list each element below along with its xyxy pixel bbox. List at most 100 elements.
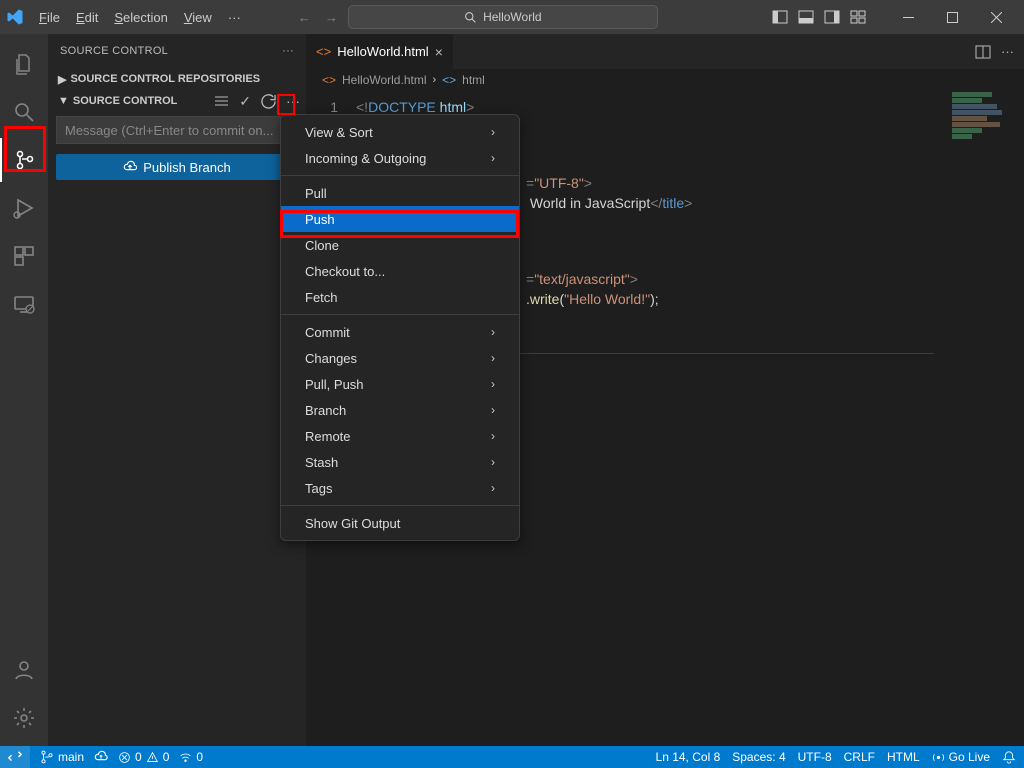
split-editor-icon[interactable] xyxy=(975,44,991,60)
explorer-icon[interactable] xyxy=(0,42,48,86)
run-debug-icon[interactable] xyxy=(0,186,48,230)
ctx-clone[interactable]: Clone xyxy=(281,232,519,258)
repositories-section[interactable]: ▶ SOURCE CONTROL REPOSITORIES xyxy=(48,68,306,90)
extensions-icon[interactable] xyxy=(0,234,48,278)
ctx-checkout[interactable]: Checkout to... xyxy=(281,258,519,284)
eol[interactable]: CRLF xyxy=(844,750,875,764)
menu-overflow[interactable]: ··· xyxy=(221,6,248,29)
ctx-tags[interactable]: Tags› xyxy=(281,475,519,501)
git-branch-icon xyxy=(40,750,54,764)
broadcast-icon xyxy=(932,751,945,764)
chevron-right-icon: › xyxy=(491,429,495,443)
chevron-right-icon: › xyxy=(491,151,495,165)
go-live[interactable]: Go Live xyxy=(932,750,990,764)
nav-back-icon[interactable]: ← xyxy=(298,10,311,25)
ctx-changes[interactable]: Changes› xyxy=(281,345,519,371)
line-number: 1 xyxy=(306,99,356,115)
search-activity-icon[interactable] xyxy=(0,90,48,134)
vscode-logo-icon xyxy=(6,8,24,26)
cursor-position[interactable]: Ln 14, Col 8 xyxy=(656,750,721,764)
sidebar-title-label: SOURCE CONTROL xyxy=(60,45,168,57)
chevron-down-icon: ▼ xyxy=(58,95,69,107)
remote-explorer-icon[interactable] xyxy=(0,282,48,326)
warning-count: 0 xyxy=(163,750,170,764)
ctx-branch[interactable]: Branch› xyxy=(281,397,519,423)
language-mode[interactable]: HTML xyxy=(887,750,920,764)
source-control-icon[interactable] xyxy=(0,138,48,182)
ctx-remote[interactable]: Remote› xyxy=(281,423,519,449)
radio-icon xyxy=(179,751,192,764)
breadcrumbs[interactable]: <> HelloWorld.html › <> html xyxy=(306,69,1024,91)
chevron-right-icon: › xyxy=(432,74,436,86)
command-center[interactable]: HelloWorld xyxy=(348,5,658,29)
cloud-upload-icon xyxy=(123,160,137,174)
commit-all-icon[interactable]: ✓ xyxy=(239,93,251,110)
menu-separator xyxy=(281,175,519,176)
toggle-sidebar-icon[interactable] xyxy=(772,9,788,25)
breadcrumb-file[interactable]: HelloWorld.html xyxy=(342,73,426,87)
menu-selection[interactable]: Selection xyxy=(107,6,174,29)
minimize-button[interactable] xyxy=(886,0,930,34)
source-control-section[interactable]: ▼ SOURCE CONTROL ✓ ··· xyxy=(48,90,306,112)
maximize-button[interactable] xyxy=(930,0,974,34)
tab-close-icon[interactable]: × xyxy=(435,44,443,60)
tab-helloworld[interactable]: <> HelloWorld.html × xyxy=(306,34,453,69)
ctx-show-git-output[interactable]: Show Git Output xyxy=(281,510,519,536)
source-control-label: SOURCE CONTROL xyxy=(73,95,178,107)
search-icon xyxy=(464,11,477,24)
ctx-pull[interactable]: Pull xyxy=(281,180,519,206)
cloud-icon xyxy=(94,750,108,764)
title-bar: File Edit Selection View ··· ← → HelloWo… xyxy=(0,0,1024,34)
ports-indicator[interactable]: 0 xyxy=(179,750,203,764)
repositories-label: SOURCE CONTROL REPOSITORIES xyxy=(70,73,260,85)
chevron-right-icon: › xyxy=(491,481,495,495)
commit-message-input[interactable]: Message (Ctrl+Enter to commit on... xyxy=(56,116,298,144)
menu-view[interactable]: View xyxy=(177,6,219,29)
toggle-panel-icon[interactable] xyxy=(798,9,814,25)
ctx-pull-push[interactable]: Pull, Push› xyxy=(281,371,519,397)
breadcrumb-node[interactable]: html xyxy=(462,73,485,87)
commit-message-placeholder: Message (Ctrl+Enter to commit on... xyxy=(65,123,273,138)
tab-bar: <> HelloWorld.html × ··· xyxy=(306,34,1024,69)
editor-more-icon[interactable]: ··· xyxy=(1001,44,1014,59)
menu-bar: File Edit Selection View ··· xyxy=(32,6,248,29)
layout-controls xyxy=(772,9,866,25)
activity-bar xyxy=(0,34,48,746)
remote-indicator[interactable] xyxy=(0,746,30,768)
minimap[interactable] xyxy=(952,92,1010,152)
problems-indicator[interactable]: 0 0 xyxy=(118,750,169,764)
menu-file[interactable]: File xyxy=(32,6,67,29)
more-actions-icon[interactable]: ··· xyxy=(286,93,300,109)
ctx-incoming-outgoing[interactable]: Incoming & Outgoing› xyxy=(281,145,519,171)
chevron-right-icon: ▶ xyxy=(58,73,66,86)
close-button[interactable] xyxy=(974,0,1018,34)
sync-indicator[interactable] xyxy=(94,750,108,764)
ctx-view-sort[interactable]: View & Sort› xyxy=(281,119,519,145)
ctx-commit[interactable]: Commit› xyxy=(281,319,519,345)
chevron-right-icon: › xyxy=(491,125,495,139)
ctx-stash[interactable]: Stash› xyxy=(281,449,519,475)
account-icon[interactable] xyxy=(0,648,48,692)
window-controls xyxy=(886,0,1018,34)
bell-icon[interactable] xyxy=(1002,750,1016,764)
encoding[interactable]: UTF-8 xyxy=(798,750,832,764)
customize-layout-icon[interactable] xyxy=(850,9,866,25)
menu-edit[interactable]: Edit xyxy=(69,6,105,29)
settings-icon[interactable] xyxy=(0,696,48,740)
toggle-secondary-icon[interactable] xyxy=(824,9,840,25)
nav-forward-icon[interactable]: → xyxy=(325,10,338,25)
status-bar: main 0 0 0 Ln 14, Col 8 Spaces: 4 UTF-8 … xyxy=(0,746,1024,768)
publish-branch-button[interactable]: Publish Branch xyxy=(56,154,298,180)
ctx-push[interactable]: Push xyxy=(281,206,519,232)
sidebar-more-icon[interactable]: ··· xyxy=(282,45,294,57)
branch-indicator[interactable]: main xyxy=(40,750,84,764)
chevron-right-icon: › xyxy=(491,377,495,391)
html-element-icon: <> xyxy=(442,73,456,87)
refresh-icon[interactable] xyxy=(261,94,276,109)
ctx-fetch[interactable]: Fetch xyxy=(281,284,519,310)
indentation[interactable]: Spaces: 4 xyxy=(732,750,785,764)
chevron-right-icon: › xyxy=(491,455,495,469)
view-tree-icon[interactable] xyxy=(214,94,229,109)
chevron-right-icon: › xyxy=(491,403,495,417)
code-line[interactable]: <!DOCTYPE html> xyxy=(356,99,474,115)
